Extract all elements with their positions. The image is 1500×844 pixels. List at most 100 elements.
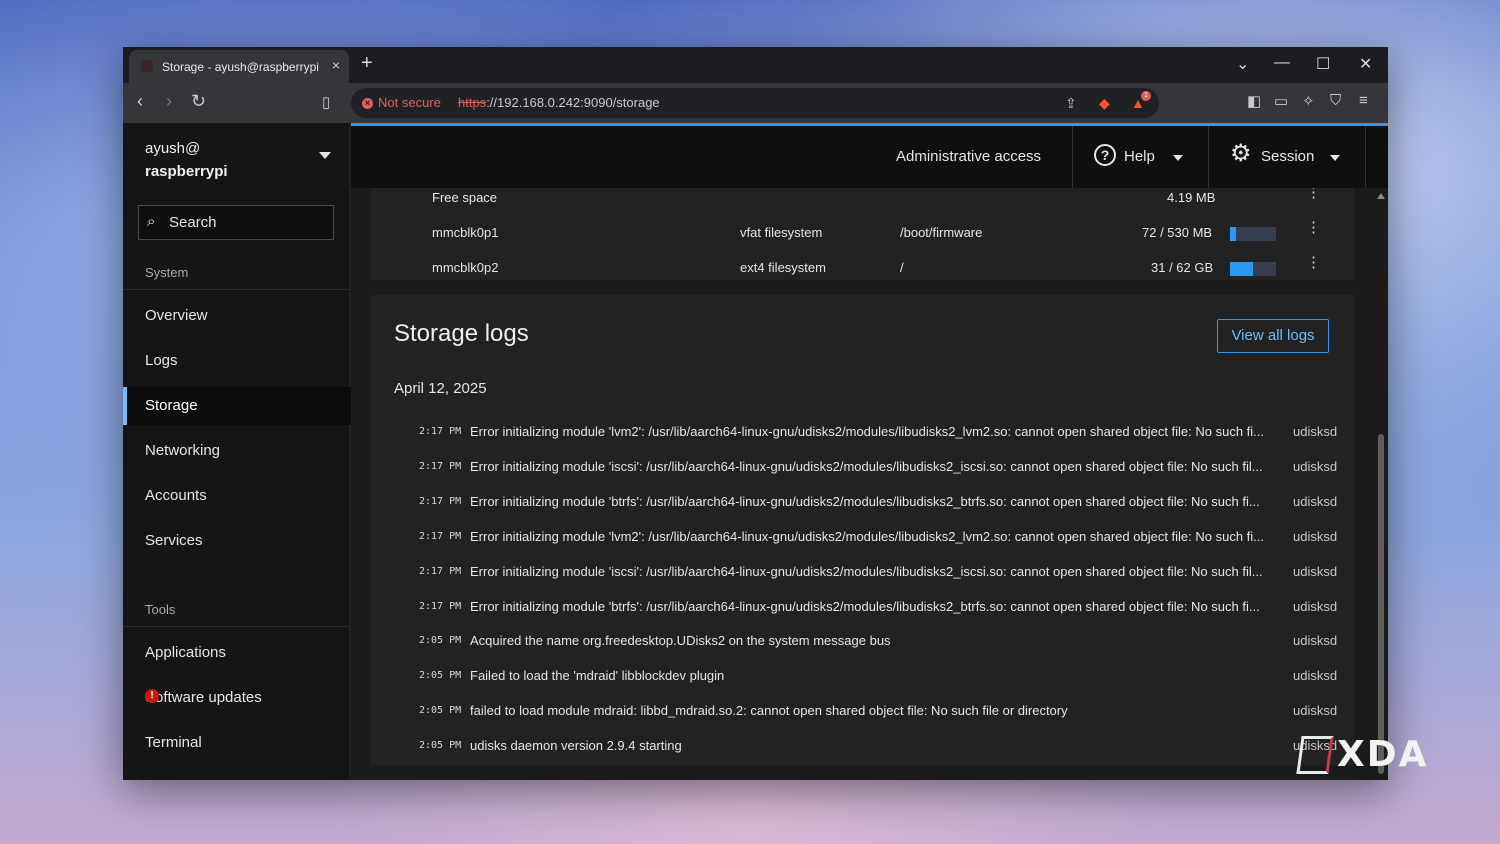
- back-icon[interactable]: ‹: [137, 91, 143, 112]
- log-entry[interactable]: 2:17 PM Error initializing module 'lvm2':…: [371, 520, 1354, 554]
- size-value: 31 / 62 GB: [1151, 260, 1214, 275]
- sidebar-item-storage[interactable]: Storage: [123, 387, 353, 425]
- help-icon[interactable]: ?: [1094, 144, 1116, 166]
- sidebar-item-overview[interactable]: Overview: [123, 297, 349, 335]
- divider: [1208, 126, 1209, 188]
- filesystem-type: ext4 filesystem: [740, 260, 826, 275]
- administrative-access-button[interactable]: Administrative access: [896, 148, 1041, 165]
- table-row[interactable]: Free space 4.19 MB ⋮: [371, 188, 1354, 215]
- scrollbar[interactable]: [1374, 188, 1388, 780]
- share-icon[interactable]: ⇪: [1065, 95, 1077, 112]
- tab-search-chevron-icon[interactable]: ⌄: [1236, 54, 1249, 74]
- log-entry[interactable]: 2:05 PM Failed to load the 'mdraid' libbl…: [371, 659, 1354, 693]
- log-entry[interactable]: 2:05 PM failed to load module mdraid: lib…: [371, 694, 1354, 728]
- device-name: mmcblk0p1: [432, 225, 499, 240]
- usage-bar: [1230, 262, 1276, 276]
- sidebar-item-accounts[interactable]: Accounts: [123, 477, 349, 515]
- size-value: 72 / 530 MB: [1142, 225, 1213, 240]
- host-user: ayush@: [145, 140, 201, 157]
- log-entry[interactable]: 2:05 PM Acquired the name org.freedesktop…: [371, 624, 1354, 658]
- url-path: ://192.168.0.242:9090/storage: [486, 95, 660, 110]
- scroll-up-icon[interactable]: [1377, 193, 1385, 199]
- session-button[interactable]: Session: [1261, 148, 1314, 165]
- minimize-icon[interactable]: —: [1274, 54, 1290, 72]
- xda-logo-icon: [1296, 736, 1334, 774]
- log-source: udisksd: [1293, 424, 1338, 439]
- session-dropdown-icon[interactable]: [1330, 155, 1340, 161]
- sidebar-item-label: Networking: [145, 442, 221, 459]
- scrollbar-thumb[interactable]: [1378, 434, 1384, 774]
- reload-icon[interactable]: ↻: [191, 91, 206, 112]
- sidebar-item-logs[interactable]: Logs: [123, 342, 349, 380]
- tab-bar: Storage - ayush@raspberrypi × + ⌄ — ☐ ✕: [123, 47, 1388, 83]
- divider: [1365, 126, 1366, 188]
- host-dropdown-icon[interactable]: [319, 152, 331, 159]
- view-all-logs-button[interactable]: View all logs: [1217, 319, 1329, 353]
- help-dropdown-icon[interactable]: [1173, 155, 1183, 161]
- system-section-label: System: [145, 265, 189, 280]
- sidebar-item-terminal[interactable]: Terminal: [123, 724, 349, 762]
- browser-tab[interactable]: Storage - ayush@raspberrypi ×: [129, 50, 349, 83]
- sidebar-item-services[interactable]: Services: [123, 522, 349, 560]
- sidebar-toggle-icon[interactable]: ◧: [1247, 92, 1261, 110]
- log-message: Error initializing module 'iscsi': /usr/…: [470, 458, 1263, 474]
- mount-point: /boot/firmware: [900, 225, 983, 240]
- close-tab-icon[interactable]: ×: [332, 57, 340, 73]
- sidebar-item-networking[interactable]: Networking: [123, 432, 349, 470]
- log-time: 2:17 PM: [419, 460, 462, 472]
- logs-title: Storage logs: [394, 320, 529, 347]
- log-entry[interactable]: 2:05 PM udisks daemon version 2.9.4 start…: [371, 729, 1354, 763]
- log-entry[interactable]: 2:17 PM Error initializing module 'btrfs'…: [371, 485, 1354, 519]
- not-secure-label[interactable]: Not secure: [378, 95, 441, 110]
- log-source: udisksd: [1293, 598, 1338, 614]
- address-bar[interactable]: × Not secure https://192.168.0.242:9090/…: [351, 88, 1159, 118]
- sidebar-item-applications[interactable]: Applications: [123, 634, 349, 672]
- sidebar-item-label: Software updates: [145, 689, 262, 706]
- forward-icon[interactable]: ›: [166, 91, 172, 112]
- kebab-menu-icon[interactable]: ⋮: [1306, 220, 1321, 235]
- brave-shields-icon[interactable]: ◆: [1099, 95, 1110, 112]
- search-input[interactable]: ⌕ Search: [138, 205, 334, 240]
- log-entry[interactable]: 2:17 PM Error initializing module 'btrfs'…: [371, 590, 1354, 624]
- log-entry[interactable]: 2:17 PM Error initializing module 'lvm2':…: [371, 415, 1354, 449]
- device-name: Free space: [432, 190, 498, 205]
- warning-icon: ×: [362, 98, 373, 109]
- watermark-text: XDA: [1337, 734, 1429, 775]
- bookmark-icon[interactable]: ▯: [322, 93, 330, 111]
- host-name: raspberrypi: [145, 163, 228, 180]
- log-source: udisksd: [1293, 633, 1338, 649]
- sidebar-item-label: Services: [145, 532, 203, 549]
- log-message: Error initializing module 'iscsi': /usr/…: [470, 563, 1263, 579]
- kebab-menu-icon[interactable]: ⋮: [1306, 255, 1321, 270]
- table-row[interactable]: mmcblk0p2 ext4 filesystem / 31 / 62 GB ⋮: [371, 250, 1354, 285]
- vpn-shield-icon[interactable]: ⛉: [1330, 92, 1341, 109]
- maximize-icon[interactable]: ☐: [1316, 54, 1330, 74]
- log-entry[interactable]: 2:17 PM Error initializing module 'iscsi'…: [371, 555, 1354, 589]
- help-button[interactable]: Help: [1124, 148, 1155, 165]
- tab-title: Storage - ayush@raspberrypi: [162, 60, 319, 74]
- table-row[interactable]: mmcblk0p1 vfat filesystem /boot/firmware…: [371, 215, 1354, 250]
- log-time: 2:17 PM: [419, 530, 462, 542]
- log-time: 2:17 PM: [419, 600, 462, 612]
- storage-logs-card: Storage logs View all logs April 12, 202…: [371, 295, 1354, 765]
- sidebar-item-software-updates[interactable]: Software updates!: [123, 679, 349, 717]
- divider: [123, 289, 349, 290]
- log-entry[interactable]: 2:17 PM Error initializing module 'iscsi'…: [371, 450, 1354, 484]
- leo-ai-icon[interactable]: ✧: [1302, 92, 1315, 110]
- log-source: udisksd: [1293, 563, 1338, 579]
- mount-point: /: [900, 260, 904, 275]
- close-window-icon[interactable]: ✕: [1359, 54, 1372, 74]
- menu-icon[interactable]: ≡: [1359, 92, 1368, 109]
- rewards-badge: 1: [1141, 91, 1151, 101]
- log-time: 2:05 PM: [419, 705, 462, 717]
- log-time: 2:17 PM: [419, 565, 462, 577]
- gear-icon[interactable]: ⚙: [1230, 142, 1252, 166]
- host-switcher[interactable]: ayush@ raspberrypi: [145, 137, 228, 183]
- log-source: udisksd: [1293, 493, 1338, 509]
- kebab-menu-icon[interactable]: ⋮: [1306, 188, 1321, 200]
- wallet-icon[interactable]: ▭: [1274, 92, 1288, 110]
- filesystem-type: vfat filesystem: [740, 225, 823, 240]
- log-source: udisksd: [1293, 528, 1338, 544]
- url-text[interactable]: https://192.168.0.242:9090/storage: [458, 95, 660, 110]
- new-tab-button[interactable]: +: [361, 52, 373, 75]
